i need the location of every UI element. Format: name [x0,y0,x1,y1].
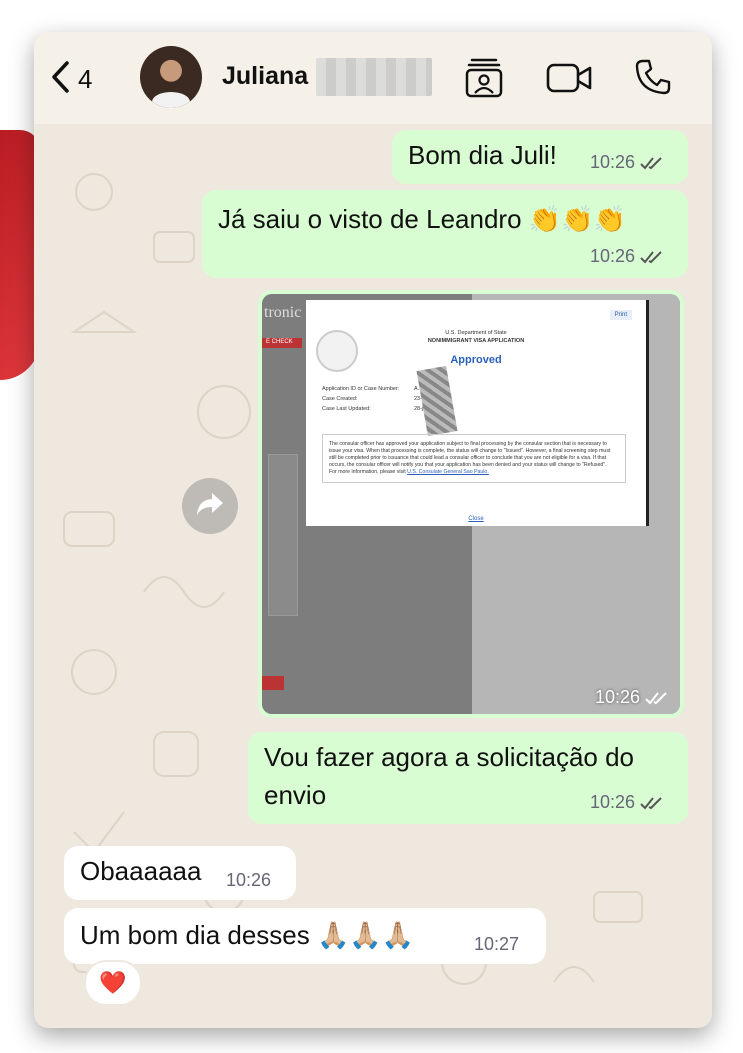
message-bubble-incoming[interactable]: Um bom dia desses 🙏🏼🙏🏼🙏🏼 10:27 [64,908,546,964]
message-text-content: Um bom dia desses [80,920,310,950]
image-message[interactable]: tronic E CHECK Print U.S. Department of … [258,290,684,718]
form-placeholder [268,454,298,616]
message-meta: 10:26 [590,246,665,267]
message-text: Um bom dia desses 🙏🏼🙏🏼🙏🏼 [80,920,414,951]
message-bubble-incoming[interactable]: Obaaaaaa 10:26 [64,846,296,900]
message-text-line: Vou fazer agora a solicitação do [264,742,635,772]
redacted-case-number [416,365,458,437]
message-bubble-outgoing[interactable]: Já saiu o visto de Leandro 👏👏👏 10:26 [202,190,688,278]
message-text-line: envio [264,780,327,810]
message-text: Já saiu o visto de Leandro 👏👏👏 [218,204,626,235]
contact-name[interactable]: Juliana [222,62,308,91]
double-check-icon [640,250,662,263]
side-tag: E CHECK [262,338,302,348]
message-text: Obaaaaaa [80,856,202,886]
unread-count: 4 [78,64,93,94]
consulate-link: U.S. Consulate General Sao Paulo. [407,469,489,475]
field-label: Application ID or Case Number: [322,386,400,392]
application-status: Approved [450,354,502,366]
message-time: 10:26 [226,870,272,890]
side-text: tronic [264,304,302,321]
message-bubble-outgoing[interactable]: Vou fazer agora a solicitação do envio 1… [248,732,688,824]
message-time: 10:26 [590,152,636,172]
message-text-content: Já saiu o visto de Leandro [218,204,522,234]
heart-reaction[interactable]: ❤️ [84,960,142,1006]
back-button[interactable]: 4 [50,60,92,99]
double-check-icon [640,796,662,809]
visa-status-screenshot[interactable]: tronic E CHECK Print U.S. Department of … [262,294,680,714]
video-call-icon[interactable] [546,62,592,99]
phone-call-icon[interactable] [634,58,672,101]
message-meta: 10:26 [590,792,665,813]
message-time: 10:26 [590,792,636,812]
print-button: Print [609,310,632,320]
form-button [262,676,284,690]
message-time: 10:27 [474,934,520,954]
department-name: U.S. Department of State [445,330,507,336]
message-text: Bom dia Juli! [408,140,557,170]
chat-header: 4 Juliana [34,32,712,124]
avatar[interactable] [140,46,202,108]
message-bubble-outgoing[interactable]: Bom dia Juli! 10:26 [392,130,688,184]
close-link: Close [468,516,484,522]
forward-icon [195,491,225,522]
redacted-surname [316,58,432,96]
clapping-hands-emoji: 👏👏👏 [528,204,626,234]
folded-hands-emoji: 🙏🏼🙏🏼🙏🏼 [317,920,415,950]
field-label: Case Created: [322,396,358,402]
chat-window: 4 Juliana Bom dia Juli! 10:26 Já saiu o … [34,32,712,1028]
form-title: NONIMMIGRANT VISA APPLICATION [427,338,525,344]
message-meta: 10:26 [595,687,670,708]
status-note-text: The consular officer has approved your a… [329,441,611,468]
message-time: 10:26 [594,687,640,707]
visa-status-dialog: Print U.S. Department of State NONIMMIGR… [306,300,649,526]
message-time: 10:26 [590,246,636,266]
back-chevron-icon [50,60,70,99]
field-label: Case Last Updated: [322,406,371,412]
status-note: The consular officer has approved your a… [322,434,626,483]
message-meta: 10:26 [590,152,665,173]
forward-button[interactable] [182,478,238,534]
more-info-text: For more information, please visit [329,469,406,475]
double-check-icon [640,156,662,169]
double-check-icon [645,691,667,704]
contact-card-icon[interactable] [464,56,504,105]
